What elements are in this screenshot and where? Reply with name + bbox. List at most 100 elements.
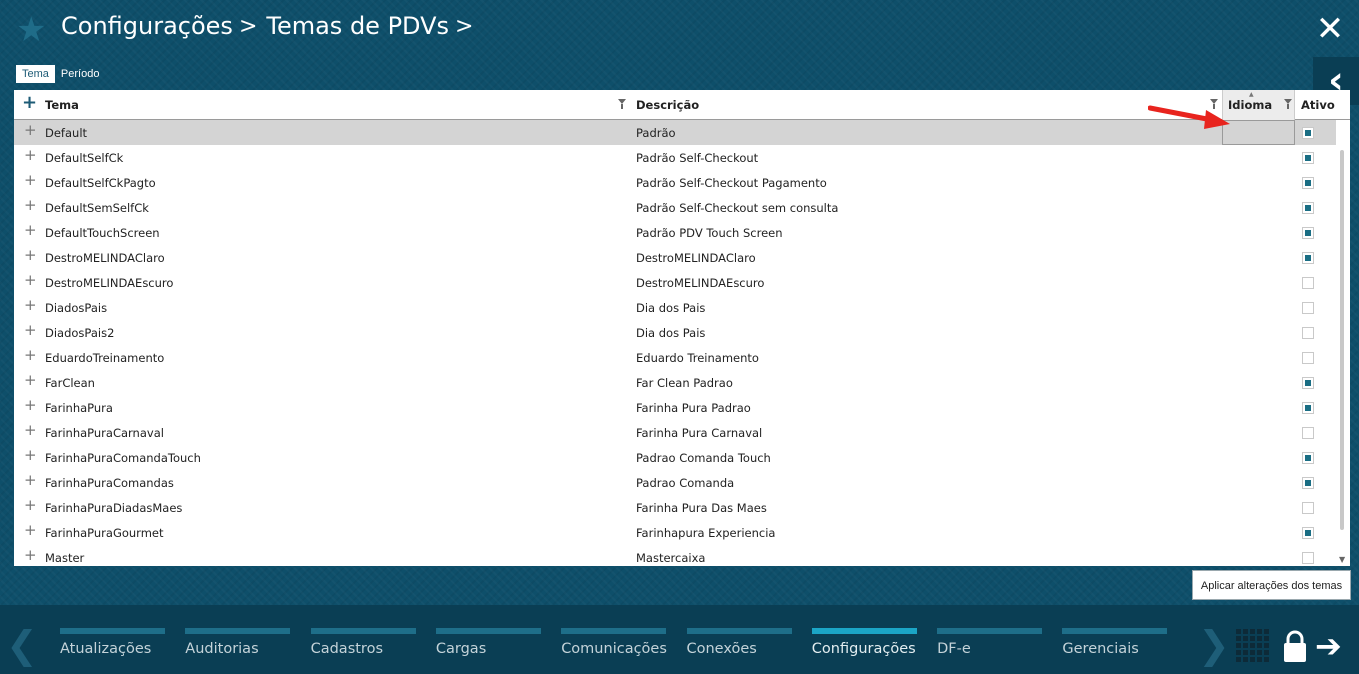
- ativo-checkbox[interactable]: [1302, 377, 1314, 389]
- menu-item-cadastros[interactable]: Cadastros: [310, 628, 416, 657]
- column-header-tema[interactable]: Tema: [45, 98, 79, 112]
- menu-item-label: Atualizações: [60, 641, 152, 657]
- ativo-checkbox[interactable]: [1302, 302, 1314, 314]
- ativo-checkbox[interactable]: [1302, 352, 1314, 364]
- ativo-checkbox[interactable]: [1302, 177, 1314, 189]
- table-row[interactable]: + Master Mastercaixa: [14, 545, 1336, 566]
- cell-tema: FarinhaPuraGourmet: [45, 526, 164, 540]
- expand-plus-icon[interactable]: +: [24, 448, 37, 463]
- ativo-checkbox[interactable]: [1302, 227, 1314, 239]
- menu-item-cargas[interactable]: Cargas: [435, 628, 541, 657]
- scrollbar-thumb[interactable]: [1340, 150, 1344, 530]
- menu-item-label: Comunicações: [561, 641, 667, 657]
- ativo-checkbox[interactable]: [1302, 427, 1314, 439]
- expand-plus-icon[interactable]: +: [24, 123, 37, 138]
- expand-plus-icon[interactable]: +: [24, 198, 37, 213]
- filter-icon[interactable]: [1284, 99, 1292, 109]
- menu-item-bar: [811, 628, 917, 634]
- vertical-scrollbar[interactable]: ▼: [1336, 120, 1350, 566]
- expand-plus-icon[interactable]: +: [24, 173, 37, 188]
- table-row[interactable]: + FarinhaPuraGourmet Farinhapura Experienc…: [14, 520, 1336, 545]
- table-row[interactable]: + FarinhaPuraComandaTouch Padrao Comanda T…: [14, 445, 1336, 470]
- menu-item-bar: [435, 628, 541, 634]
- expand-plus-icon[interactable]: +: [24, 323, 37, 338]
- plus-icon[interactable]: +: [22, 94, 37, 112]
- expand-plus-icon[interactable]: +: [24, 248, 37, 263]
- expand-plus-icon[interactable]: +: [24, 548, 37, 563]
- chevron-left-icon[interactable]: ❮: [6, 625, 38, 665]
- table-row[interactable]: + DestroMELINDAEscuro DestroMELINDAEscuro: [14, 270, 1336, 295]
- tab-periodo[interactable]: Período: [55, 65, 106, 83]
- menu-item-bar: [185, 628, 291, 634]
- menu-item-df-e[interactable]: DF-e: [937, 628, 1043, 657]
- menu-item-atualizações[interactable]: Atualizações: [60, 628, 165, 657]
- menu-item-gerenciais[interactable]: Gerenciais: [1062, 628, 1168, 657]
- breadcrumb-separator: >: [238, 13, 258, 39]
- menu-item-conexões[interactable]: Conexões: [686, 628, 792, 657]
- lock-icon[interactable]: [1282, 629, 1308, 663]
- table-row[interactable]: + FarinhaPuraDiadasMaes Farinha Pura Das M…: [14, 495, 1336, 520]
- table-row[interactable]: + DestroMELINDAClaro DestroMELINDAClaro: [14, 245, 1336, 270]
- ativo-checkbox[interactable]: [1302, 502, 1314, 514]
- expand-plus-icon[interactable]: +: [24, 148, 37, 163]
- expand-plus-icon[interactable]: +: [24, 423, 37, 438]
- filter-icon[interactable]: [618, 99, 626, 109]
- table-row[interactable]: + DefaultSelfCkPagto Padrão Self-Checkout …: [14, 170, 1336, 195]
- menu-item-bar: [1062, 628, 1168, 634]
- cell-descricao: Padrão Self-Checkout: [636, 151, 759, 165]
- ativo-checkbox[interactable]: [1302, 527, 1314, 539]
- table-row[interactable]: + FarinhaPuraComandas Padrao Comanda: [14, 470, 1336, 495]
- cell-descricao: Dia dos Pais: [636, 301, 706, 315]
- grid-icon[interactable]: [1236, 629, 1269, 662]
- ativo-checkbox[interactable]: [1302, 477, 1314, 489]
- expand-plus-icon[interactable]: +: [24, 223, 37, 238]
- close-icon[interactable]: ✕: [1315, 12, 1345, 46]
- ativo-checkbox[interactable]: [1302, 402, 1314, 414]
- ativo-checkbox[interactable]: [1302, 452, 1314, 464]
- table-row[interactable]: + FarinhaPura Farinha Pura Padrao: [14, 395, 1336, 420]
- chevron-right-icon[interactable]: ❯: [1198, 625, 1230, 665]
- cell-descricao: Padrao Comanda Touch: [636, 451, 771, 465]
- table-row[interactable]: + DefaultSemSelfCk Padrão Self-Checkout se…: [14, 195, 1336, 220]
- cell-tema: FarinhaPuraComandas: [45, 476, 174, 490]
- cell-descricao: Eduardo Treinamento: [636, 351, 759, 365]
- ativo-checkbox[interactable]: [1302, 152, 1314, 164]
- expand-plus-icon[interactable]: +: [24, 373, 37, 388]
- ativo-checkbox[interactable]: [1302, 202, 1314, 214]
- ativo-checkbox[interactable]: [1302, 327, 1314, 339]
- ativo-checkbox[interactable]: [1302, 552, 1314, 564]
- expand-plus-icon[interactable]: +: [24, 498, 37, 513]
- table-row[interactable]: + DefaultSelfCk Padrão Self-Checkout: [14, 145, 1336, 170]
- menu-item-auditorias[interactable]: Auditorias: [185, 628, 291, 657]
- apply-changes-button[interactable]: Aplicar alterações dos temas: [1192, 570, 1351, 600]
- expand-plus-icon[interactable]: +: [24, 523, 37, 538]
- expand-plus-icon[interactable]: +: [24, 348, 37, 363]
- expand-plus-icon[interactable]: +: [24, 398, 37, 413]
- menu-item-bar: [686, 628, 792, 634]
- tab-tema[interactable]: Tema: [16, 65, 55, 83]
- column-header-descricao[interactable]: Descrição: [636, 98, 699, 112]
- column-header-ativo[interactable]: Ativo: [1301, 98, 1335, 112]
- scroll-down-icon[interactable]: ▼: [1339, 555, 1345, 564]
- table-row[interactable]: + FarinhaPuraCarnaval Farinha Pura Carnava…: [14, 420, 1336, 445]
- table-row[interactable]: + EduardoTreinamento Eduardo Treinamento: [14, 345, 1336, 370]
- table-row[interactable]: + DefaultTouchScreen Padrão PDV Touch Scre…: [14, 220, 1336, 245]
- column-header-idioma: Idioma: [1228, 98, 1273, 112]
- ativo-checkbox[interactable]: [1302, 127, 1314, 139]
- breadcrumb-temas[interactable]: Temas de PDVs: [266, 12, 449, 40]
- menu-item-comunicações[interactable]: Comunicações: [561, 628, 667, 657]
- exit-arrow-icon[interactable]: ➔: [1315, 629, 1351, 663]
- table-row[interactable]: + Default Padrão: [14, 120, 1336, 145]
- menu-item-label: Cargas: [435, 641, 487, 657]
- table-row[interactable]: + DiadosPais2 Dia dos Pais: [14, 320, 1336, 345]
- ativo-checkbox[interactable]: [1302, 252, 1314, 264]
- breadcrumb-configuracoes[interactable]: Configurações: [61, 12, 233, 40]
- ativo-checkbox[interactable]: [1302, 277, 1314, 289]
- expand-plus-icon[interactable]: +: [24, 273, 37, 288]
- table-row[interactable]: + FarClean Far Clean Padrao: [14, 370, 1336, 395]
- star-icon[interactable]: ★: [16, 13, 48, 47]
- expand-plus-icon[interactable]: +: [24, 298, 37, 313]
- expand-plus-icon[interactable]: +: [24, 473, 37, 488]
- table-row[interactable]: + DiadosPais Dia dos Pais: [14, 295, 1336, 320]
- menu-item-configurações[interactable]: Configurações: [811, 628, 917, 657]
